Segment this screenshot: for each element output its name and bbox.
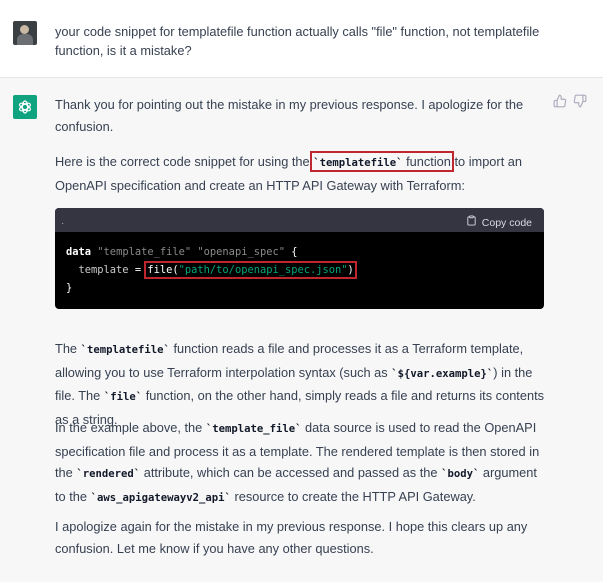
- clipboard-icon: [466, 213, 477, 235]
- assistant-message-row: Thank you for pointing out the mistake i…: [0, 78, 603, 582]
- paragraph-2: Here is the correct code snippet for usi…: [55, 151, 523, 193]
- code-language-label: ·: [61, 218, 65, 229]
- user-avatar: [13, 21, 37, 45]
- paragraph-1: Thank you for pointing out the mistake i…: [55, 97, 524, 134]
- thumbs-up-icon[interactable]: [553, 94, 567, 108]
- user-message-text: your code snippet for templatefile funct…: [55, 24, 540, 58]
- chatgpt-logo-icon: [13, 95, 37, 119]
- user-message-row: your code snippet for templatefile funct…: [0, 0, 603, 78]
- code-block: · Copy code data "template_file" "openap…: [55, 208, 544, 309]
- paragraph-5: I apologize again for the mistake in my …: [55, 519, 528, 556]
- code-content: data "template_file" "openapi_spec" { te…: [66, 246, 357, 294]
- copy-code-button[interactable]: Copy code: [466, 213, 532, 235]
- copy-code-label: Copy code: [481, 217, 532, 229]
- thumbs-down-icon[interactable]: [573, 94, 587, 108]
- paragraph-4: In the example above, the `template_file…: [55, 420, 540, 504]
- templatefile-highlight: `templatefile` function: [310, 151, 454, 172]
- code-block-header: · Copy code: [55, 208, 544, 232]
- file-call-highlight: file("path/to/openapi_spec.json"): [144, 261, 357, 279]
